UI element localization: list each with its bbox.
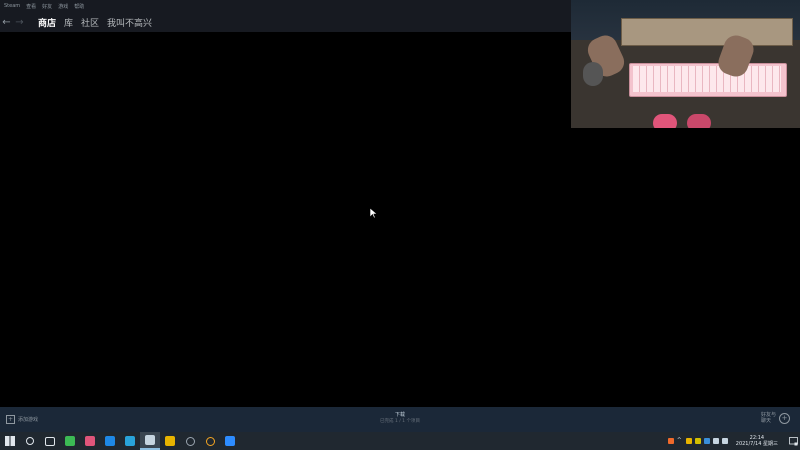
friends-chat-label: 好友与 聊天	[761, 412, 776, 424]
downloads-button[interactable]: 下载 已完成 1 / 1 个项目	[370, 411, 430, 424]
taskbar-app-blue-button[interactable]	[100, 432, 120, 450]
taskbar-app-green-button[interactable]	[60, 432, 80, 450]
webcam-box	[621, 18, 793, 46]
downloads-title: 下载	[394, 412, 405, 418]
webcam-mouse	[583, 62, 603, 86]
taskbar-icon-list	[0, 432, 240, 450]
webcam-pink-object	[653, 114, 677, 128]
app-blue-icon	[105, 436, 115, 446]
plus-icon: +	[6, 415, 15, 424]
app-tray-blue-icon[interactable]	[703, 438, 710, 444]
app-green-icon	[65, 436, 75, 446]
friends-chat-button[interactable]: 好友与 聊天 +	[761, 412, 790, 424]
taskbar-app-orange-button[interactable]	[200, 432, 220, 450]
search-icon	[26, 437, 34, 445]
menu-item-help[interactable]: 帮助	[74, 3, 84, 10]
clock[interactable]: 22:14 2021/7/14 星期三	[736, 435, 778, 447]
back-arrow-icon[interactable]: ←	[0, 17, 13, 28]
app-cyan-icon	[125, 436, 135, 446]
app-tray-yellow-icon[interactable]	[694, 438, 701, 444]
system-tray: ^ 22:14 2021/7/14 星期三	[667, 432, 800, 450]
app-tray-icon[interactable]	[667, 438, 674, 444]
menu-item-view[interactable]: 查看	[26, 3, 36, 10]
taskbar-app-gray-circle-button[interactable]	[180, 432, 200, 450]
add-game-button[interactable]: + 添加游戏	[6, 415, 38, 424]
webcam-keycaps	[633, 66, 781, 92]
menu-item-friends[interactable]: 好友	[42, 3, 52, 10]
windows-icon	[5, 436, 15, 446]
tab-community[interactable]: 社区	[81, 16, 99, 29]
taskbar-app-cyan-button[interactable]	[120, 432, 140, 450]
webcam-overlay	[571, 0, 800, 128]
notification-center-button[interactable]	[786, 432, 800, 450]
downloads-status: 已完成 1 / 1 个项目	[380, 419, 420, 424]
tab-store[interactable]: 商店	[38, 16, 56, 29]
notification-icon	[788, 436, 798, 445]
taskbar-app-pink-button[interactable]	[80, 432, 100, 450]
chevron-up-icon[interactable]: ^	[677, 438, 683, 444]
app-blue-square-icon	[225, 436, 235, 446]
app-gray-circle-icon	[185, 436, 195, 446]
task-view-icon	[45, 436, 55, 446]
menu-item-steam[interactable]: Steam	[4, 3, 20, 10]
taskbar-search-button[interactable]	[20, 432, 40, 450]
taskbar-windows-button[interactable]	[0, 432, 20, 450]
clock-date: 2021/7/14 星期三	[735, 441, 778, 447]
add-game-label: 添加游戏	[18, 417, 39, 423]
windows-taskbar: ^ 22:14 2021/7/14 星期三	[0, 432, 800, 450]
tab-profile[interactable]: 我叫不高兴	[107, 16, 152, 29]
volume-icon[interactable]	[721, 438, 728, 444]
app-orange-icon	[205, 436, 215, 446]
menu-item-games[interactable]: 游戏	[58, 3, 68, 10]
webcam-pink-object-2	[687, 114, 711, 128]
taskbar-app-yellow-button[interactable]	[160, 432, 180, 450]
folder-tray-icon[interactable]	[685, 438, 692, 444]
app-yellow-icon	[165, 436, 175, 446]
friends-chat-label-2: 聊天	[760, 418, 771, 424]
taskbar-steam-button[interactable]	[140, 432, 160, 450]
mouse-cursor-icon	[370, 208, 378, 218]
steam-icon	[145, 435, 155, 445]
forward-arrow-icon[interactable]: →	[13, 17, 26, 28]
add-friend-icon: +	[779, 412, 790, 424]
tab-library[interactable]: 库	[64, 16, 73, 29]
taskbar-task-view-button[interactable]	[40, 432, 60, 450]
app-pink-icon	[85, 436, 95, 446]
taskbar-app-blue-square-button[interactable]	[220, 432, 240, 450]
steam-bottom-bar: + 添加游戏 下载 已完成 1 / 1 个项目 好友与 聊天 +	[0, 407, 800, 432]
network-icon[interactable]	[712, 438, 719, 444]
tray-icon-list: ^	[667, 438, 728, 444]
